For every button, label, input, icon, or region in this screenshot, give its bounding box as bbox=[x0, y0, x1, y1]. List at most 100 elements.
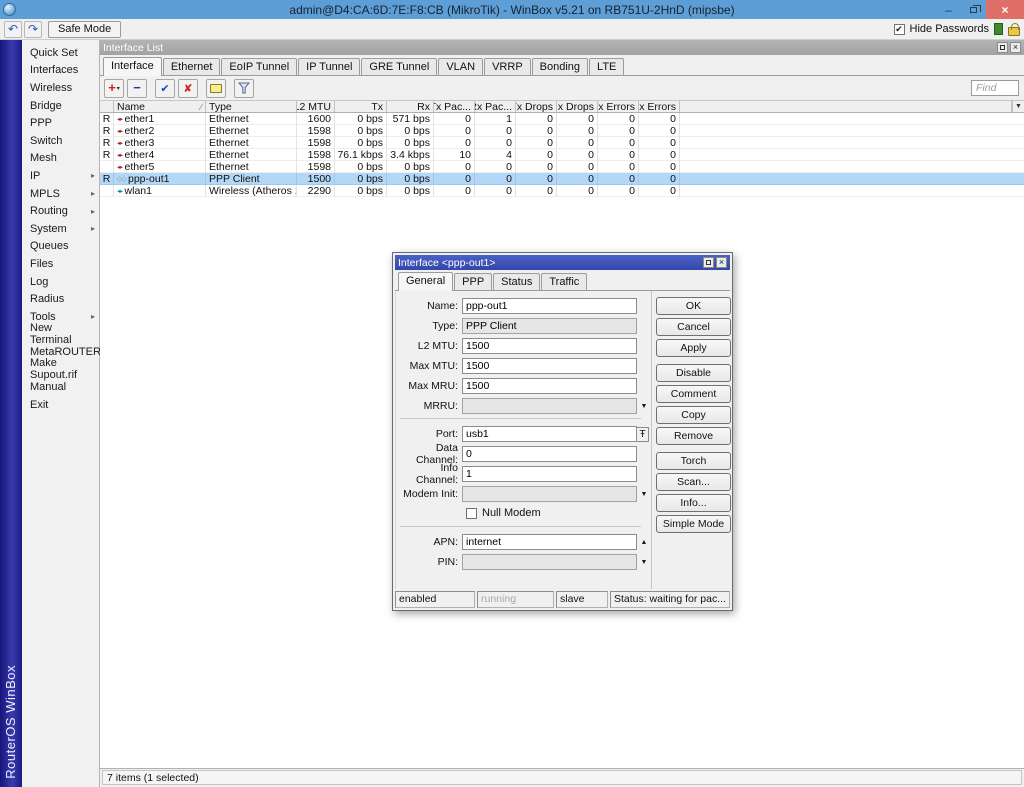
tab[interactable]: EoIP Tunnel bbox=[221, 58, 297, 75]
dialog-button[interactable]: Disable bbox=[656, 364, 731, 382]
sidebar-item[interactable]: MPLS ▸ bbox=[22, 185, 99, 203]
field-input[interactable] bbox=[462, 358, 637, 374]
tab[interactable]: LTE bbox=[589, 58, 624, 75]
column-header-tx-drops[interactable]: Tx Drops bbox=[516, 101, 557, 112]
column-header-tx-packets[interactable]: Tx Pac... bbox=[434, 101, 475, 112]
dialog-tab[interactable]: Status bbox=[493, 273, 540, 290]
add-button[interactable]: + ▾ bbox=[104, 79, 124, 98]
table-row[interactable]: R ◇◇ppp-out1 PPP Client 1500 0 bps 0 bps… bbox=[100, 173, 1024, 185]
dialog-button[interactable]: Apply bbox=[656, 339, 731, 357]
redo-button[interactable]: ↷ bbox=[24, 21, 42, 38]
sidebar-item[interactable]: IP ▸ bbox=[22, 167, 99, 185]
dialog-button[interactable]: Info... bbox=[656, 494, 731, 512]
comment-button[interactable] bbox=[206, 79, 226, 98]
hide-passwords-checkbox[interactable]: ✔ bbox=[894, 24, 905, 35]
disable-button[interactable]: ✘ bbox=[178, 79, 198, 98]
column-select-dropdown[interactable]: ▼ bbox=[1012, 101, 1024, 112]
sidebar-item[interactable]: Radius bbox=[22, 290, 99, 308]
window-close-button[interactable]: × bbox=[1010, 42, 1021, 53]
tab[interactable]: Bonding bbox=[532, 58, 588, 75]
table-row[interactable]: R ◂▸ether1 Ethernet 1600 0 bps 571 bps 0… bbox=[100, 113, 1024, 125]
dialog-button[interactable]: Cancel bbox=[656, 318, 731, 336]
sidebar-item[interactable]: Files bbox=[22, 255, 99, 273]
dialog-button[interactable]: Remove bbox=[656, 427, 731, 445]
sidebar-item[interactable]: Quick Set bbox=[22, 44, 99, 62]
window-restore-button[interactable] bbox=[997, 42, 1008, 53]
field-input[interactable] bbox=[462, 378, 637, 394]
dialog-button[interactable]: Comment bbox=[656, 385, 731, 403]
column-header-rx-errors[interactable]: Rx Errors bbox=[639, 101, 680, 112]
column-header-rx-packets[interactable]: Rx Pac... bbox=[475, 101, 516, 112]
table-row[interactable]: ◂▸ether5 Ethernet 1598 0 bps 0 bps 0 0 0… bbox=[100, 161, 1024, 173]
dialog-button[interactable]: Simple Mode bbox=[656, 515, 731, 533]
sidebar-item[interactable]: Mesh bbox=[22, 150, 99, 168]
field-input[interactable] bbox=[462, 446, 637, 462]
dialog-maximize-button[interactable] bbox=[703, 257, 714, 268]
tab[interactable]: Interface bbox=[103, 57, 162, 76]
close-button[interactable]: × bbox=[986, 0, 1024, 19]
safe-mode-button[interactable]: Safe Mode bbox=[48, 21, 121, 38]
filter-button[interactable] bbox=[234, 79, 254, 98]
dialog-titlebar[interactable]: Interface <ppp-out1> × bbox=[395, 255, 730, 270]
minimize-button[interactable]: – bbox=[936, 0, 961, 19]
sidebar-item[interactable]: Bridge bbox=[22, 97, 99, 115]
table-row[interactable]: R ◂▸ether3 Ethernet 1598 0 bps 0 bps 0 0… bbox=[100, 137, 1024, 149]
interface-list-titlebar[interactable]: Interface List × bbox=[100, 40, 1024, 55]
dialog-button[interactable]: Scan... bbox=[656, 473, 731, 491]
table-row[interactable]: R ◂▸ether2 Ethernet 1598 0 bps 0 bps 0 0… bbox=[100, 125, 1024, 137]
dialog-button[interactable]: Copy bbox=[656, 406, 731, 424]
column-header-name[interactable]: Name∕ bbox=[114, 101, 206, 112]
column-header-rx[interactable]: Rx bbox=[387, 101, 434, 112]
field-input[interactable] bbox=[462, 426, 637, 442]
restore-button[interactable] bbox=[961, 0, 986, 19]
tab[interactable]: Ethernet bbox=[163, 58, 221, 75]
field-input[interactable] bbox=[462, 554, 637, 570]
enable-button[interactable]: ✔ bbox=[155, 79, 175, 98]
field-input[interactable] bbox=[462, 338, 637, 354]
dropdown-arrow-icon[interactable]: Ŧ bbox=[636, 427, 649, 442]
sidebar-item[interactable]: Exit bbox=[22, 396, 99, 414]
dialog-tab[interactable]: Traffic bbox=[541, 273, 587, 290]
sidebar-item[interactable]: Interfaces bbox=[22, 62, 99, 80]
find-input[interactable] bbox=[971, 80, 1019, 96]
field-input[interactable] bbox=[462, 466, 637, 482]
column-header-type[interactable]: Type bbox=[206, 101, 297, 112]
dialog-close-button[interactable]: × bbox=[716, 257, 727, 268]
sidebar-item[interactable]: Make Supout.rif bbox=[22, 361, 99, 379]
field-input[interactable] bbox=[462, 534, 637, 550]
sidebar-item[interactable]: Queues bbox=[22, 238, 99, 256]
sidebar-item[interactable]: Wireless bbox=[22, 79, 99, 97]
dropdown-arrow-icon[interactable]: ▲ bbox=[637, 539, 651, 546]
sidebar-item[interactable]: PPP bbox=[22, 114, 99, 132]
remove-button[interactable]: − bbox=[127, 79, 147, 98]
sidebar-item[interactable]: System ▸ bbox=[22, 220, 99, 238]
field-input[interactable] bbox=[462, 298, 637, 314]
dialog-button[interactable]: OK bbox=[656, 297, 731, 315]
column-header-tx-errors[interactable]: Tx Errors bbox=[598, 101, 639, 112]
dropdown-arrow-icon[interactable]: ▼ bbox=[637, 559, 651, 566]
sidebar-item[interactable]: Log bbox=[22, 273, 99, 291]
table-row[interactable]: ◂▸wlan1 Wireless (Atheros 11N) 2290 0 bp… bbox=[100, 185, 1024, 197]
dialog-tab[interactable]: General bbox=[398, 272, 453, 291]
tab[interactable]: GRE Tunnel bbox=[361, 58, 437, 75]
tab[interactable]: VRRP bbox=[484, 58, 531, 75]
dropdown-arrow-icon[interactable]: ▼ bbox=[637, 403, 651, 410]
null-modem-checkbox[interactable] bbox=[466, 508, 477, 519]
column-header-l2mtu[interactable]: L2 MTU bbox=[297, 101, 335, 112]
column-header-rx-drops[interactable]: Rx Drops bbox=[557, 101, 598, 112]
sidebar-item[interactable]: New Terminal bbox=[22, 326, 99, 344]
undo-button[interactable]: ↶ bbox=[4, 21, 22, 38]
tab[interactable]: VLAN bbox=[438, 58, 483, 75]
dialog-tab[interactable]: PPP bbox=[454, 273, 492, 290]
field-input[interactable] bbox=[462, 398, 637, 414]
dialog-button[interactable]: Torch bbox=[656, 452, 731, 470]
field-input[interactable] bbox=[462, 486, 637, 502]
sidebar-item[interactable]: Routing ▸ bbox=[22, 202, 99, 220]
column-header-tx[interactable]: Tx bbox=[335, 101, 387, 112]
dropdown-arrow-icon[interactable]: ▼ bbox=[637, 491, 651, 498]
column-header-flag[interactable] bbox=[100, 101, 114, 112]
sidebar-item[interactable]: Switch bbox=[22, 132, 99, 150]
field-input[interactable] bbox=[462, 318, 637, 334]
tab[interactable]: IP Tunnel bbox=[298, 58, 360, 75]
table-row[interactable]: R ◂▸ether4 Ethernet 1598 76.1 kbps 3.4 k… bbox=[100, 149, 1024, 161]
